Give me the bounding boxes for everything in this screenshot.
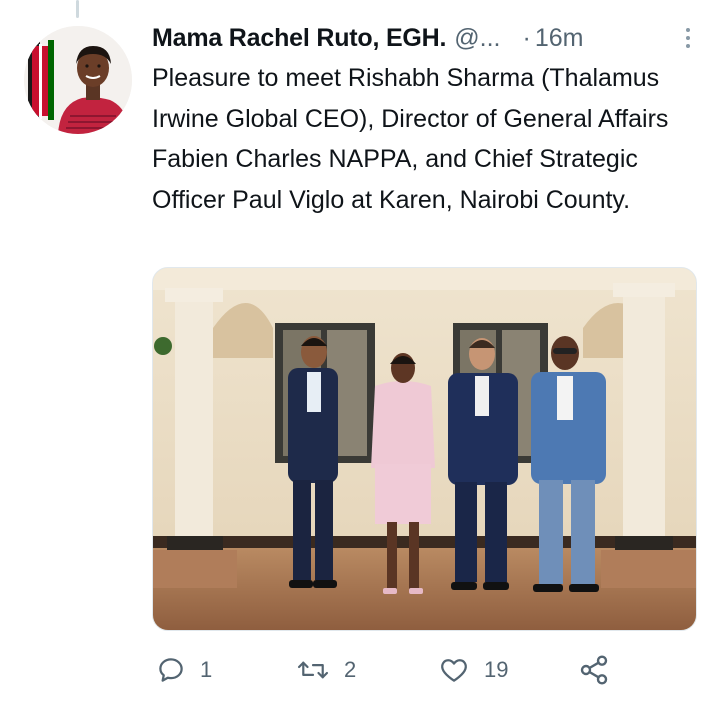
share-icon xyxy=(580,655,608,685)
tweet-actions: 1 2 19 xyxy=(0,650,720,690)
header-separator: · xyxy=(522,23,531,52)
more-vertical-icon[interactable] xyxy=(678,23,698,53)
tweet-text: Pleasure to meet Rishabh Sharma (Thalamu… xyxy=(152,64,669,214)
retweet-button[interactable]: 2 xyxy=(296,650,356,690)
like-count: 19 xyxy=(484,657,509,682)
reply-count: 1 xyxy=(200,657,213,682)
reply-icon xyxy=(159,658,183,682)
retweet-count: 2 xyxy=(344,657,357,682)
heart-icon xyxy=(441,659,467,682)
like-button[interactable]: 19 xyxy=(438,650,508,690)
tweet-header: Mama Rachel Ruto, EGH. @... · 16m xyxy=(152,20,698,56)
photo-image xyxy=(153,268,696,630)
author-handle[interactable]: @... xyxy=(454,24,500,53)
reply-button[interactable]: 1 xyxy=(156,650,212,690)
tweet-photo[interactable] xyxy=(152,267,697,631)
tweet-timestamp[interactable]: 16m xyxy=(535,24,584,53)
retweet-icon xyxy=(297,661,329,679)
share-button[interactable] xyxy=(578,650,610,690)
avatar-photo xyxy=(24,26,132,134)
thread-connector-line xyxy=(76,0,79,18)
author-display-name[interactable]: Mama Rachel Ruto, EGH. xyxy=(152,24,446,53)
avatar[interactable] xyxy=(24,26,132,134)
